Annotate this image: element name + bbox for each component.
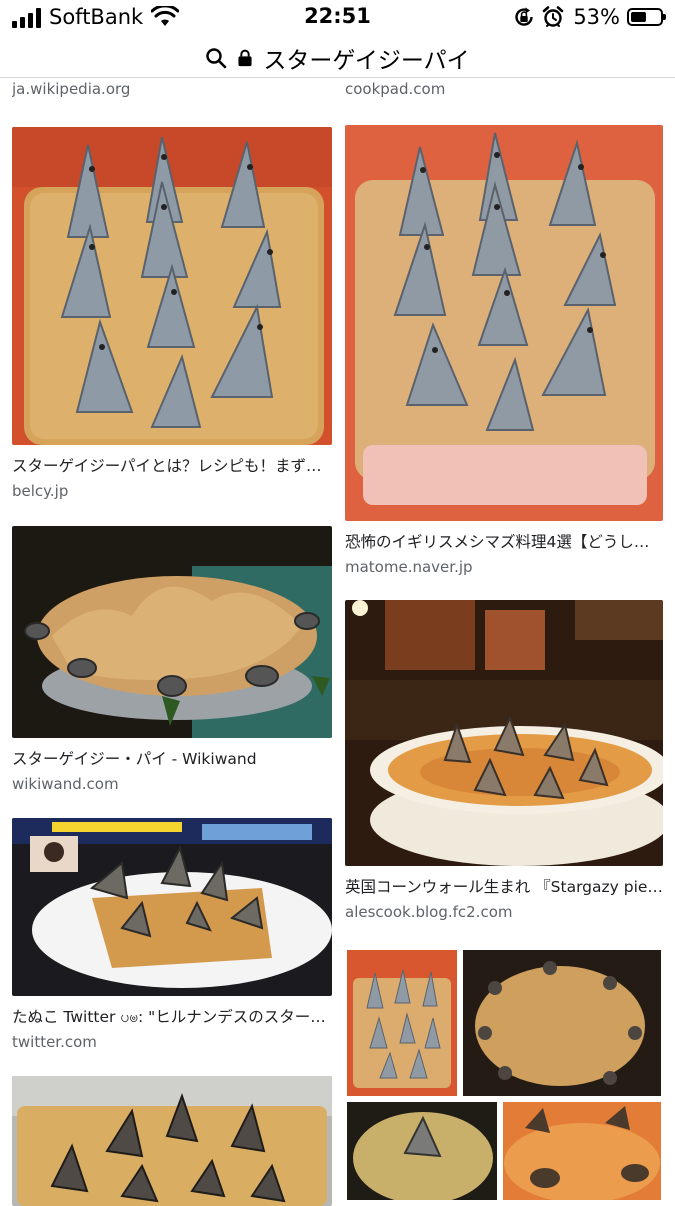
battery-percent: 53%: [573, 5, 620, 29]
search-icon: [206, 48, 227, 69]
image-result[interactable]: [345, 948, 663, 1200]
image-result[interactable]: 恐怖のイギリスメシマズ料理4選【どうし… matome.naver.jp: [345, 125, 663, 578]
image-result[interactable]: [12, 1076, 332, 1206]
result-title[interactable]: 英国コーンウォール生まれ 『Stargazy pie…: [345, 876, 663, 898]
top-source-right[interactable]: cookpad.com: [345, 78, 663, 100]
image-result[interactable]: スターゲイジー・パイ - Wikiwand wikiwand.com: [12, 526, 332, 795]
image-result[interactable]: 英国コーンウォール生まれ 『Stargazy pie… alescook.blo…: [345, 600, 663, 923]
status-bar: SoftBank 22:51 53%: [0, 0, 675, 38]
top-source-left[interactable]: ja.wikipedia.org: [12, 78, 332, 100]
alarm-icon: [543, 6, 564, 27]
search-query: スターゲイジーパイ: [263, 48, 470, 74]
result-source[interactable]: wikiwand.com: [12, 773, 332, 795]
result-image-stargazy-pie[interactable]: [12, 127, 332, 445]
lock-icon: [238, 49, 252, 67]
result-title[interactable]: スターゲイジー・パイ - Wikiwand: [12, 748, 332, 770]
results-column-left: ja.wikipedia.org スターゲイジーパイとは？レシピも！まずい… b…: [12, 78, 332, 1206]
battery-icon: [627, 8, 666, 26]
result-title[interactable]: たぬこ Twitter ပၑ: "ヒルナンデスのスター…: [12, 1006, 332, 1028]
result-source[interactable]: matome.naver.jp: [345, 556, 663, 578]
battery-level: [631, 12, 646, 22]
result-image-stargazy-pie[interactable]: [12, 1076, 332, 1206]
result-image-stargazy-pie[interactable]: [12, 526, 332, 738]
result-title[interactable]: 恐怖のイギリスメシマズ料理4選【どうし…: [345, 531, 663, 553]
result-title[interactable]: スターゲイジーパイとは？レシピも！まずい…: [12, 455, 332, 477]
result-image-collage[interactable]: [345, 948, 663, 1200]
result-image-stargazy-pie[interactable]: [345, 600, 663, 866]
address-bar[interactable]: スターゲイジーパイ: [0, 38, 675, 78]
rotation-lock-icon: [515, 7, 534, 26]
result-source[interactable]: alescook.blog.fc2.com: [345, 901, 663, 923]
result-image-tv-screenshot[interactable]: [12, 818, 332, 996]
result-source[interactable]: belcy.jp: [12, 480, 332, 502]
image-result[interactable]: たぬこ Twitter ပၑ: "ヒルナンデスのスター… twitter.com: [12, 818, 332, 1053]
results-column-right: cookpad.com 恐怖のイギリスメシマズ料理4選【どうし… matome.…: [345, 78, 663, 1200]
result-source[interactable]: twitter.com: [12, 1031, 332, 1053]
image-result[interactable]: スターゲイジーパイとは？レシピも！まずい… belcy.jp: [12, 127, 332, 502]
result-image-stargazy-pie[interactable]: [345, 125, 663, 521]
